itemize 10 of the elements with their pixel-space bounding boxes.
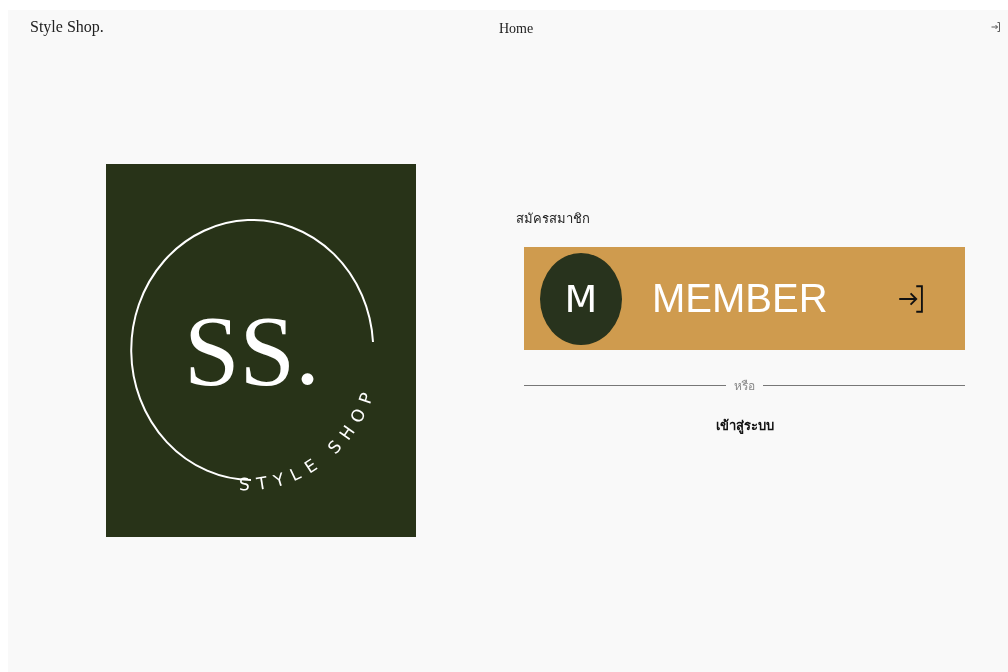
member-button[interactable]: M MEMBER: [524, 247, 965, 350]
nav-link[interactable]: Home: [498, 20, 534, 36]
divider-text: หรือ: [734, 378, 755, 395]
signup-title: สมัครสมาชิก: [516, 210, 591, 228]
login-button[interactable]: [990, 21, 1002, 33]
avatar-initial: M: [540, 252, 622, 345]
login-link[interactable]: เข้าสู่ระบบ: [715, 415, 774, 436]
brand-name: Style Shop.: [30, 18, 105, 36]
login-icon: [990, 21, 1002, 33]
member-label: MEMBER: [652, 276, 829, 321]
